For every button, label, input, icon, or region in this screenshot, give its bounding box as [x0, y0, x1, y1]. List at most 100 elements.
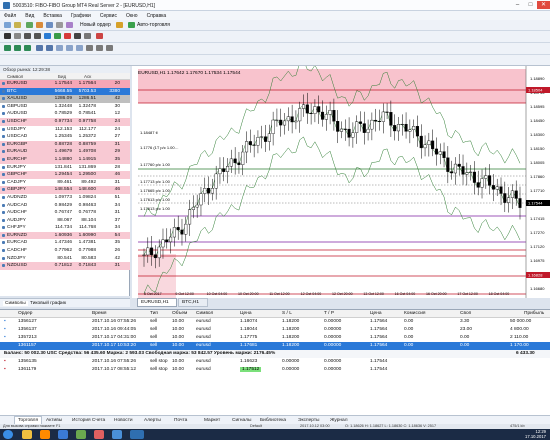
col-volume[interactable]: Объем	[172, 311, 187, 316]
col-symbol[interactable]: Символ	[7, 74, 23, 79]
tab-news[interactable]: Новости	[114, 418, 133, 423]
market-watch-row[interactable]: AUDNZD 1.09773 1.09824 51	[0, 193, 130, 202]
col-price[interactable]: Цена	[240, 311, 252, 316]
col-commission[interactable]: Комиссия	[404, 311, 426, 316]
bar-chart-icon[interactable]	[4, 45, 11, 51]
market-watch-row[interactable]: EURJPY 131.841 131.869 28	[0, 163, 130, 172]
tab-exposure[interactable]: Активы	[46, 418, 62, 423]
chart-canvas[interactable]: EURUSD,H1 1.17642 1.17670 1.17534 1.1754…	[132, 59, 550, 298]
market-watch-row[interactable]: EURUSD 1.17544 1.17564 20	[0, 80, 130, 88]
col-time[interactable]: Время	[92, 311, 106, 316]
market-watch-row[interactable]: NZDUSD 0.71812 0.71843 31	[0, 262, 130, 270]
fibo-icon[interactable]	[64, 33, 71, 39]
col-sl[interactable]: S / L	[282, 311, 292, 316]
firefox-icon[interactable]	[40, 430, 50, 439]
chart-window[interactable]: EURUSD,H1 1.17642 1.17670 1.17534 1.1754…	[132, 59, 550, 298]
new-order-button[interactable]: Новый ордер	[80, 22, 111, 28]
zoom-out-icon[interactable]	[46, 45, 53, 51]
maximize-button[interactable]: □	[524, 1, 537, 9]
cursor-icon[interactable]	[4, 33, 11, 39]
market-watch-row[interactable]: USDCAD 1.25345 1.25372 27	[0, 133, 130, 141]
vertical-line-icon[interactable]	[24, 33, 31, 39]
col-current-price[interactable]: Цена	[370, 311, 382, 316]
menu-tools[interactable]: Сервис	[100, 13, 117, 19]
market-watch-row[interactable]: CHFJPY 114.734 114.768 34	[0, 224, 130, 232]
market-watch-row[interactable]: EURAUD 1.49679 1.49708 29	[0, 148, 130, 156]
zoom-in-icon[interactable]	[36, 45, 43, 51]
tester-icon[interactable]	[66, 22, 73, 28]
ie-icon[interactable]	[58, 430, 68, 439]
market-watch-row[interactable]: EURCAD 1.47346 1.47381 35	[0, 239, 130, 248]
market-watch-row[interactable]: CADCHF 0.77962 0.77988 26	[0, 247, 130, 255]
market-watch-row[interactable]: NZDJPY 80.541 80.583 42	[0, 254, 130, 263]
col-ask[interactable]: Аск	[84, 74, 91, 79]
tab-chart-eurusd[interactable]: EURUSD,H1	[137, 298, 177, 307]
app-icon[interactable]	[76, 430, 86, 439]
tab-experts[interactable]: Эксперты	[298, 418, 319, 423]
market-watch-row[interactable]: GBPJPY 148.554 148.600 46	[0, 186, 130, 194]
line-chart-icon[interactable]	[24, 45, 31, 51]
tab-alerts[interactable]: Алерты	[144, 418, 161, 423]
market-watch-row[interactable]: XAUUSD 1286.09 1286.51 42	[0, 95, 130, 103]
menu-file[interactable]: Файл	[4, 13, 16, 19]
tile-windows-icon[interactable]	[56, 45, 63, 51]
menu-charts[interactable]: Графики	[71, 13, 91, 19]
market-watch-row[interactable]: USDCHF 0.97734 0.97758 24	[0, 117, 130, 126]
new-chart-icon[interactable]	[4, 22, 11, 28]
menu-view[interactable]: Вид	[25, 13, 34, 19]
col-profit[interactable]: Прибыль	[524, 311, 544, 316]
market-watch-row[interactable]: USDJPY 112.153 112.177 24	[0, 125, 130, 134]
tab-chart-btc[interactable]: BTC,H1	[178, 298, 208, 307]
label-icon[interactable]	[84, 33, 91, 39]
col-order[interactable]: Ордер	[18, 311, 32, 316]
market-watch-row[interactable]: CADJPY 89.461 89.492 31	[0, 178, 130, 187]
horizontal-line-icon[interactable]	[34, 33, 41, 39]
market-watch-row[interactable]: GBPCHF 1.29454 1.29500 46	[0, 171, 130, 179]
profiles-icon[interactable]	[14, 22, 21, 28]
trendline-icon[interactable]	[44, 33, 51, 39]
market-watch-row[interactable]: EURCHF 1.14880 1.14915 35	[0, 155, 130, 164]
order-row[interactable]: ▪ 1361157 2017.10.17 10:53:20 sell 10.00 euru…	[0, 342, 550, 350]
tab-tick-chart[interactable]: Тиковый график	[30, 301, 66, 306]
opera-icon[interactable]	[94, 430, 104, 439]
col-type[interactable]: Тип	[150, 311, 158, 316]
order-row[interactable]: ▪ 1356137 2017.10.16 09:44:05 sell 10.00 euru…	[0, 326, 550, 334]
market-watch-row[interactable]: BTC 5668.55 5703.53 3380	[0, 87, 130, 96]
channel-icon[interactable]	[54, 33, 61, 39]
chart-shift-icon[interactable]	[76, 45, 83, 51]
tab-mailbox[interactable]: Почта	[174, 418, 187, 423]
menu-window[interactable]: Окно	[126, 13, 138, 19]
arrows-icon[interactable]	[96, 33, 103, 39]
col-bid[interactable]: Бид	[58, 74, 66, 79]
market-watch-row[interactable]: AUDJPY 88.067 88.104 37	[0, 216, 130, 225]
tab-signals[interactable]: Сигналы	[232, 418, 251, 423]
indicators-icon[interactable]	[86, 45, 93, 51]
tab-code-base[interactable]: Библиотека	[260, 418, 286, 423]
autotrading-button[interactable]: Авто-торговля	[137, 22, 170, 28]
periods-icon[interactable]	[96, 45, 103, 51]
market-watch-row[interactable]: EURGBP 0.88728 0.88759 31	[0, 140, 130, 149]
tab-market[interactable]: Маркет	[204, 418, 220, 423]
autoscroll-icon[interactable]	[66, 45, 73, 51]
col-symbol[interactable]: Символ	[196, 311, 213, 316]
minimize-button[interactable]: –	[511, 1, 524, 9]
pending-order-row[interactable]: ▪ 1361179 2017.10.17 08:55:12 sell stop 10.0…	[0, 366, 550, 374]
candles-icon[interactable]	[14, 45, 21, 51]
mt4-taskbar-icon[interactable]	[130, 430, 144, 439]
tab-symbols[interactable]: Символы	[3, 301, 28, 306]
market-watch-row[interactable]: GBPUSD 1.32448 1.32478 30	[0, 102, 130, 111]
templates-icon[interactable]	[106, 45, 113, 51]
explorer-icon[interactable]	[22, 430, 32, 439]
start-icon[interactable]	[3, 430, 13, 439]
market-watch-row[interactable]: EURNZD 1.60936 1.60990 54	[0, 231, 130, 240]
chrome-icon[interactable]	[112, 430, 122, 439]
data-window-icon[interactable]	[36, 22, 43, 28]
market-watch-row[interactable]: AUDCHF 0.76747 0.76778 31	[0, 209, 130, 217]
terminal-icon[interactable]	[56, 22, 63, 28]
tab-account-history[interactable]: История Счета	[72, 418, 105, 423]
navigator-icon[interactable]	[46, 22, 53, 28]
close-button[interactable]: ✕	[537, 1, 550, 9]
order-row[interactable]: ▪ 1357213 2017.10.17 04:31:00 sell 10.00 euru…	[0, 334, 550, 342]
metaeditor-icon[interactable]	[116, 22, 123, 28]
menu-insert[interactable]: Вставка	[43, 13, 62, 19]
